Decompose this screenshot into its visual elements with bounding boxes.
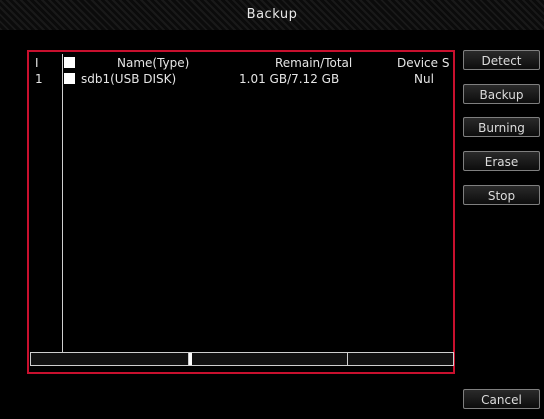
row-checkbox[interactable] — [64, 73, 75, 84]
horizontal-scrollbar[interactable] — [30, 352, 454, 366]
row-name: sdb1(USB DISK) — [81, 72, 177, 86]
burning-button[interactable]: Burning — [463, 117, 540, 137]
table-row[interactable]: 1 sdb1(USB DISK) 1.01 GB/7.12 GB Nul — [29, 72, 453, 88]
device-list: I Name(Type) Remain/Total Device S 1 sdb… — [27, 50, 455, 374]
dialog-title: Backup — [246, 7, 298, 22]
scroll-track-divider — [347, 353, 348, 365]
backup-dialog: Backup I Name(Type) Remain/Total Device … — [0, 0, 544, 419]
row-index: 1 — [35, 72, 43, 86]
column-divider — [62, 54, 63, 354]
detect-button[interactable]: Detect — [463, 50, 540, 70]
stop-button[interactable]: Stop — [463, 185, 540, 205]
scroll-track-left — [31, 353, 189, 365]
header-name: Name(Type) — [117, 56, 190, 70]
row-remain: 1.01 GB/7.12 GB — [239, 72, 340, 86]
backup-button[interactable]: Backup — [463, 84, 540, 104]
cancel-button[interactable]: Cancel — [463, 389, 540, 409]
header-index: I — [35, 56, 39, 70]
title-bar[interactable]: Backup — [0, 0, 544, 30]
select-all-checkbox[interactable] — [64, 57, 75, 68]
erase-button[interactable]: Erase — [463, 151, 540, 171]
list-header: I Name(Type) Remain/Total Device S — [29, 56, 453, 72]
scroll-thumb[interactable] — [189, 353, 192, 365]
header-device: Device S — [397, 56, 450, 70]
